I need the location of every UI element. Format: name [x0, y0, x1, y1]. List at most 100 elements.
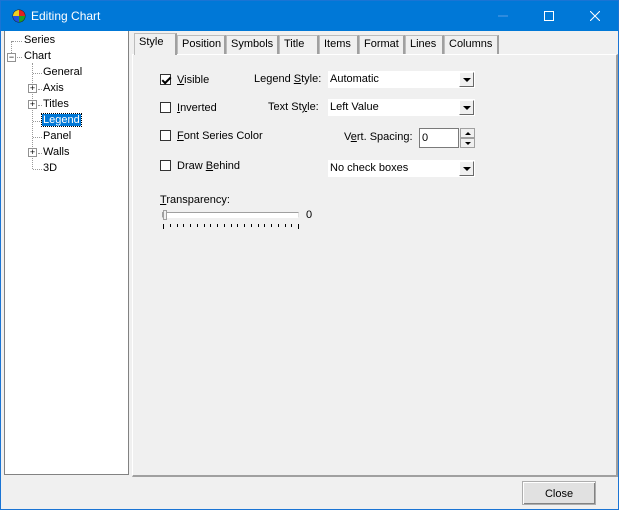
slider-tick: [291, 224, 292, 227]
tree-line: [33, 169, 42, 170]
transparency-slider-thumb[interactable]: [163, 210, 167, 220]
tab-title[interactable]: Title: [279, 35, 319, 54]
tree-item-label: Walls: [43, 146, 70, 158]
inverted-checkbox[interactable]: [160, 102, 171, 113]
tab-label: Columns: [449, 38, 493, 50]
check-boxes-select[interactable]: No check boxes: [328, 160, 475, 177]
tree-line: [33, 73, 42, 74]
tree-item-series[interactable]: Series: [23, 33, 56, 48]
legend-style-select[interactable]: Automatic: [328, 71, 475, 88]
tree-line: [12, 41, 22, 42]
tree-item-label: General: [43, 66, 83, 78]
slider-tick: [298, 224, 299, 229]
text-style-select[interactable]: Left Value: [328, 99, 475, 116]
vert-spacing-label: Vert. Spacing:: [344, 131, 413, 143]
minimize-button[interactable]: [480, 1, 526, 31]
text-style-label: Text Style:: [268, 101, 319, 113]
visible-checkbox[interactable]: [160, 74, 171, 85]
expand-walls-toggle[interactable]: +: [28, 148, 37, 157]
slider-tick: [217, 224, 218, 227]
tree-item-axis[interactable]: Axis: [42, 81, 65, 96]
tree-item-general[interactable]: General: [42, 65, 83, 80]
slider-tick: [285, 224, 286, 227]
tab-items[interactable]: Items: [319, 35, 359, 54]
tab-label: Title: [284, 38, 305, 50]
slider-tick: [224, 224, 225, 227]
close-window-button[interactable]: [572, 1, 618, 31]
slider-tick: [271, 224, 272, 227]
slider-tick: [170, 224, 171, 227]
legend-style-label: Legend Style:: [254, 73, 322, 85]
minimize-icon: [498, 15, 508, 17]
vert-spacing-input[interactable]: 0: [419, 128, 459, 148]
collapse-chart-toggle[interactable]: −: [7, 53, 16, 62]
tree-item-label: Titles: [43, 98, 69, 110]
tree-line: [17, 57, 22, 58]
tab-symbols[interactable]: Symbols: [226, 35, 279, 54]
plus-icon: +: [29, 83, 36, 93]
slider-tick: [258, 224, 259, 227]
transparency-value: 0: [306, 209, 313, 221]
chevron-down-icon[interactable]: [459, 100, 474, 115]
editing-chart-window: Editing Chart Series − Chart General + A…: [0, 0, 619, 510]
maximize-icon: [544, 11, 554, 21]
close-button[interactable]: Close: [522, 481, 596, 505]
slider-tick: [190, 224, 191, 227]
tab-lines[interactable]: Lines: [405, 35, 444, 54]
transparency-ticks: [163, 224, 299, 229]
tab-style[interactable]: Style: [134, 33, 177, 55]
slider-tick: [231, 224, 232, 227]
tree-item-label: Legend: [41, 113, 82, 127]
slider-tick: [177, 224, 178, 227]
tree-line: [33, 121, 42, 122]
font-series-color-checkbox[interactable]: [160, 130, 171, 141]
tree-item-legend[interactable]: Legend: [41, 113, 82, 128]
tree-item-walls[interactable]: Walls: [42, 145, 70, 160]
tab-columns[interactable]: Columns: [444, 35, 499, 54]
spin-down-button[interactable]: [460, 138, 475, 148]
slider-tick: [183, 224, 184, 227]
tree-item-panel[interactable]: Panel: [42, 129, 72, 144]
draw-behind-label[interactable]: Draw Behind: [177, 160, 240, 172]
tree-item-titles[interactable]: Titles: [42, 97, 70, 112]
tree-item-label: Axis: [43, 82, 64, 94]
slider-tick: [163, 224, 164, 229]
legend-tabs: Style Position Symbols Title Items Forma…: [132, 31, 618, 477]
tab-label: Items: [324, 38, 351, 50]
chevron-down-icon[interactable]: [459, 161, 474, 176]
font-series-color-label[interactable]: Font Series Color: [177, 130, 263, 142]
chevron-down-icon[interactable]: [459, 72, 474, 87]
tab-label: Format: [364, 38, 399, 50]
transparency-slider-track[interactable]: [162, 212, 299, 218]
visible-label[interactable]: Visible: [177, 74, 209, 86]
tab-position[interactable]: Position: [177, 35, 226, 54]
plus-icon: +: [29, 147, 36, 157]
tab-format[interactable]: Format: [359, 35, 405, 54]
window-title: Editing Chart: [31, 9, 101, 23]
check-boxes-value: No check boxes: [330, 162, 409, 174]
title-bar[interactable]: Editing Chart: [1, 1, 618, 31]
text-style-value: Left Value: [330, 101, 379, 113]
close-icon: [590, 11, 600, 21]
style-tab-panel: [132, 54, 618, 477]
teechart-icon: [12, 9, 26, 23]
maximize-button[interactable]: [526, 1, 572, 31]
expand-axis-toggle[interactable]: +: [28, 84, 37, 93]
plus-icon: +: [29, 99, 36, 109]
draw-behind-checkbox[interactable]: [160, 160, 171, 171]
slider-tick: [197, 224, 198, 227]
spin-up-button[interactable]: [460, 128, 475, 138]
slider-tick: [244, 224, 245, 227]
slider-tick: [204, 224, 205, 227]
tree-item-3d[interactable]: 3D: [42, 161, 58, 176]
slider-tick: [251, 224, 252, 227]
inverted-label[interactable]: Inverted: [177, 102, 217, 114]
chart-tree-view[interactable]: Series − Chart General + Axis + Titles L…: [4, 31, 129, 475]
tree-item-label: 3D: [43, 162, 58, 174]
tree-item-chart[interactable]: Chart: [23, 49, 52, 64]
tab-label: Style: [139, 36, 164, 48]
slider-tick: [237, 224, 238, 227]
tab-label: Symbols: [231, 38, 274, 50]
expand-titles-toggle[interactable]: +: [28, 100, 37, 109]
tree-line: [33, 137, 42, 138]
